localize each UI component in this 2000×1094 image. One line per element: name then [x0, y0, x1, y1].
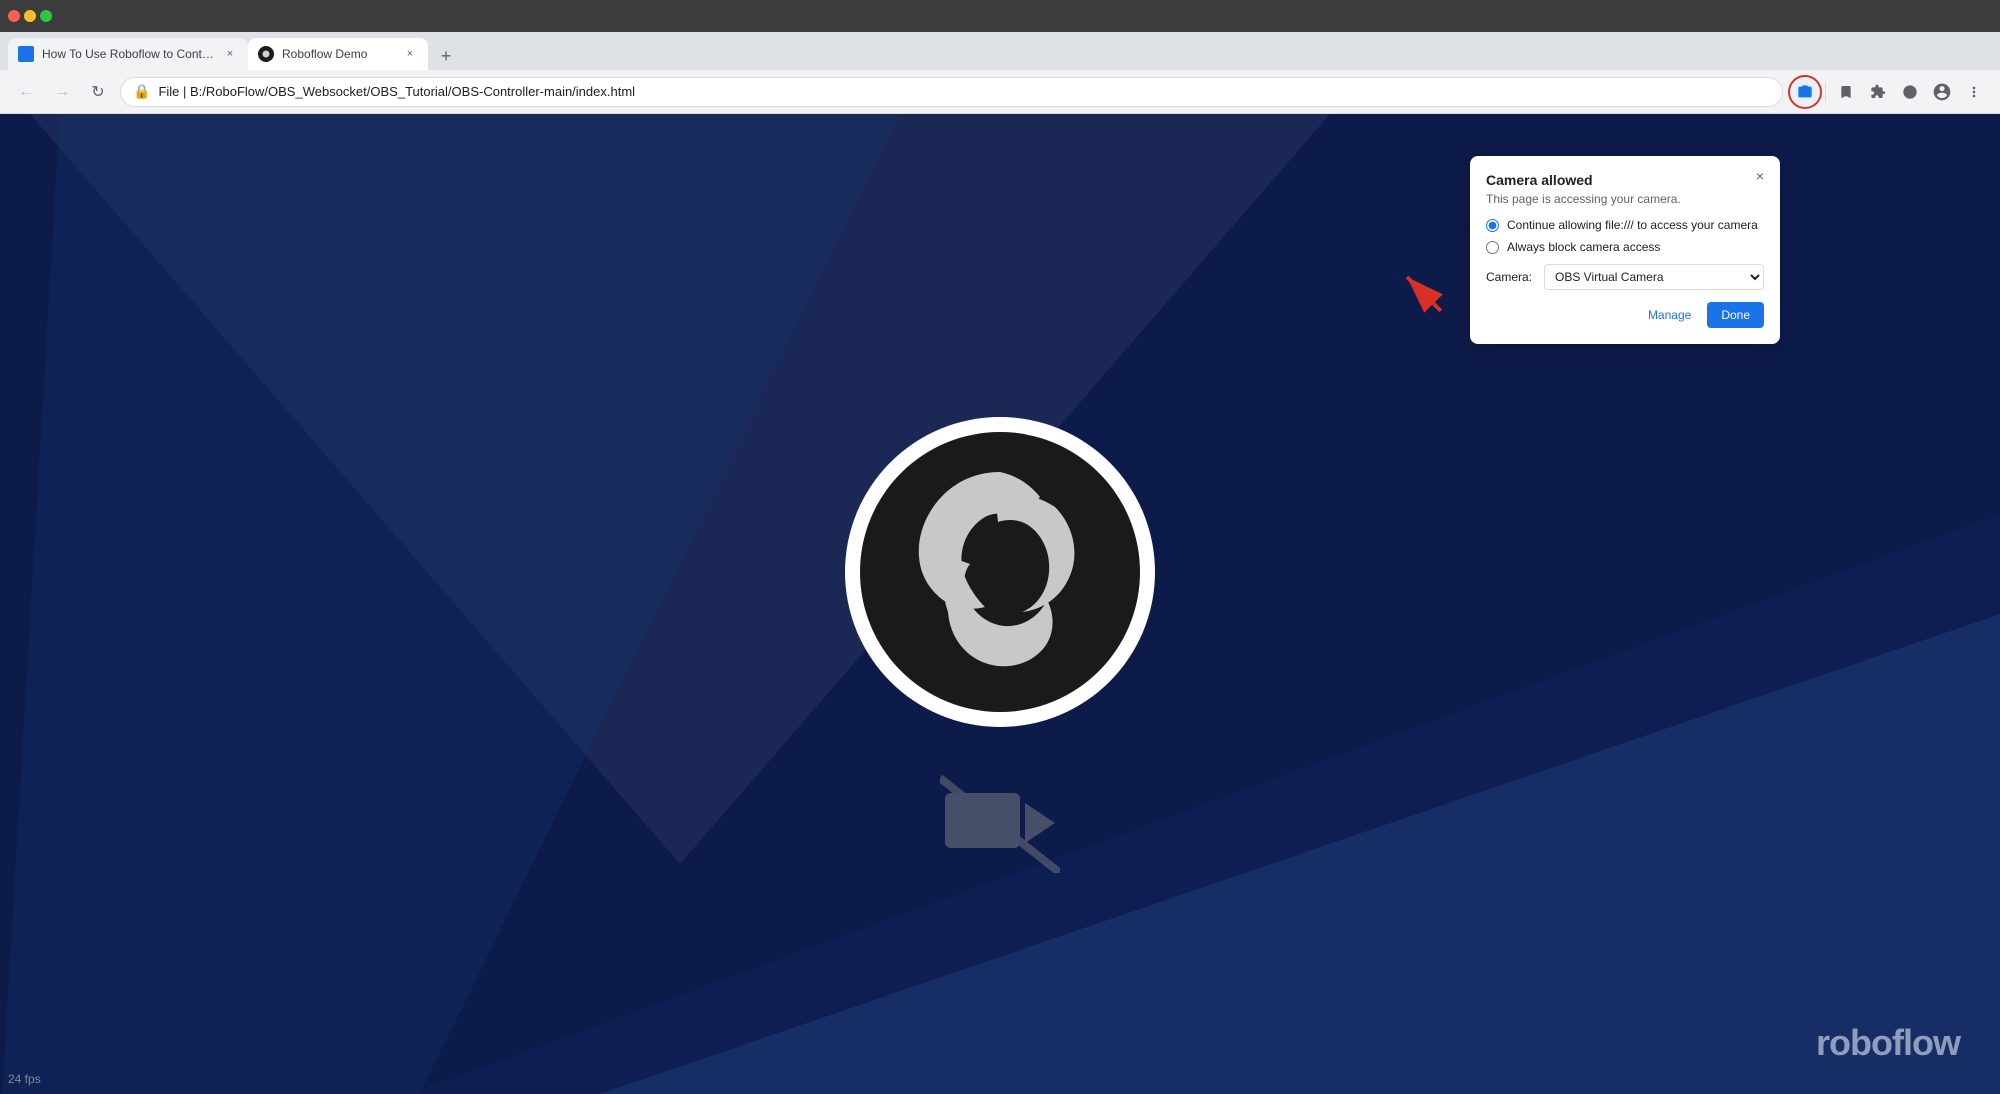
manage-button[interactable]: Manage: [1640, 302, 1699, 328]
window-controls: [8, 10, 52, 22]
popup-camera-label: Camera:: [1486, 270, 1536, 284]
browser-window: How To Use Roboflow to Contr... × Robofl…: [0, 0, 2000, 1094]
popup-camera-select[interactable]: OBS Virtual Camera Default Camera Integr…: [1544, 264, 1764, 290]
tab2-close-button[interactable]: ×: [402, 46, 418, 62]
new-tab-button[interactable]: +: [432, 42, 460, 70]
toolbar: ← → ↻ 🔒 File | B:/RoboFlow/OBS_Websocket…: [0, 70, 2000, 114]
forward-button[interactable]: →: [48, 78, 76, 106]
toolbar-right: [1791, 78, 1988, 106]
window-maximize-button[interactable]: [40, 10, 52, 22]
red-arrow-annotation: [1392, 262, 1452, 322]
address-lock-icon: 🔒: [133, 83, 150, 100]
tab-how-to-use-roboflow[interactable]: How To Use Roboflow to Contr... ×: [8, 38, 248, 70]
camera-permission-popup: × Camera allowed This page is accessing …: [1470, 156, 1780, 344]
reload-button[interactable]: ↻: [84, 78, 112, 106]
extension-button[interactable]: [1864, 78, 1892, 106]
popup-subtitle: This page is accessing your camera.: [1486, 192, 1764, 206]
popup-radio-allow[interactable]: [1486, 219, 1499, 232]
window-close-button[interactable]: [8, 10, 20, 22]
popup-option-allow-label: Continue allowing file:/// to access you…: [1507, 218, 1758, 232]
camera-permission-button[interactable]: [1791, 78, 1819, 106]
roboflow-brand: roboflow: [1816, 1022, 1960, 1064]
popup-close-button[interactable]: ×: [1750, 166, 1770, 186]
popup-option-allow[interactable]: Continue allowing file:/// to access you…: [1486, 218, 1764, 232]
tab2-title: Roboflow Demo: [282, 47, 394, 61]
popup-camera-row: Camera: OBS Virtual Camera Default Camer…: [1486, 264, 1764, 290]
camera-off-icon: [940, 773, 1060, 878]
content-area: roboflow 24 fps × Camera allowed This pa…: [0, 114, 2000, 1094]
profile-button[interactable]: [1928, 78, 1956, 106]
tabs-bar: How To Use Roboflow to Contr... × Robofl…: [0, 32, 2000, 70]
obs-logo: [840, 412, 1160, 732]
address-bar[interactable]: 🔒 File | B:/RoboFlow/OBS_Websocket/OBS_T…: [120, 77, 1783, 107]
popup-option-block-label: Always block camera access: [1507, 240, 1660, 254]
tab1-title: How To Use Roboflow to Contr...: [42, 47, 214, 61]
back-button[interactable]: ←: [12, 78, 40, 106]
window-minimize-button[interactable]: [24, 10, 36, 22]
roboflow-extension-button[interactable]: [1896, 78, 1924, 106]
popup-option-block[interactable]: Always block camera access: [1486, 240, 1764, 254]
popup-radio-block[interactable]: [1486, 241, 1499, 254]
done-button[interactable]: Done: [1707, 302, 1764, 328]
fps-counter: 24 fps: [8, 1072, 41, 1086]
bookmark-button[interactable]: [1832, 78, 1860, 106]
tab-roboflow-demo[interactable]: Roboflow Demo ×: [248, 38, 428, 70]
toolbar-separator: [1825, 82, 1826, 102]
popup-title: Camera allowed: [1486, 172, 1764, 188]
tab2-favicon: [258, 46, 274, 62]
title-bar: [0, 0, 2000, 32]
address-text: File | B:/RoboFlow/OBS_Websocket/OBS_Tut…: [158, 84, 1770, 99]
tab1-favicon: [18, 46, 34, 62]
popup-actions: Manage Done: [1486, 302, 1764, 328]
menu-button[interactable]: [1960, 78, 1988, 106]
tab1-close-button[interactable]: ×: [222, 46, 238, 62]
